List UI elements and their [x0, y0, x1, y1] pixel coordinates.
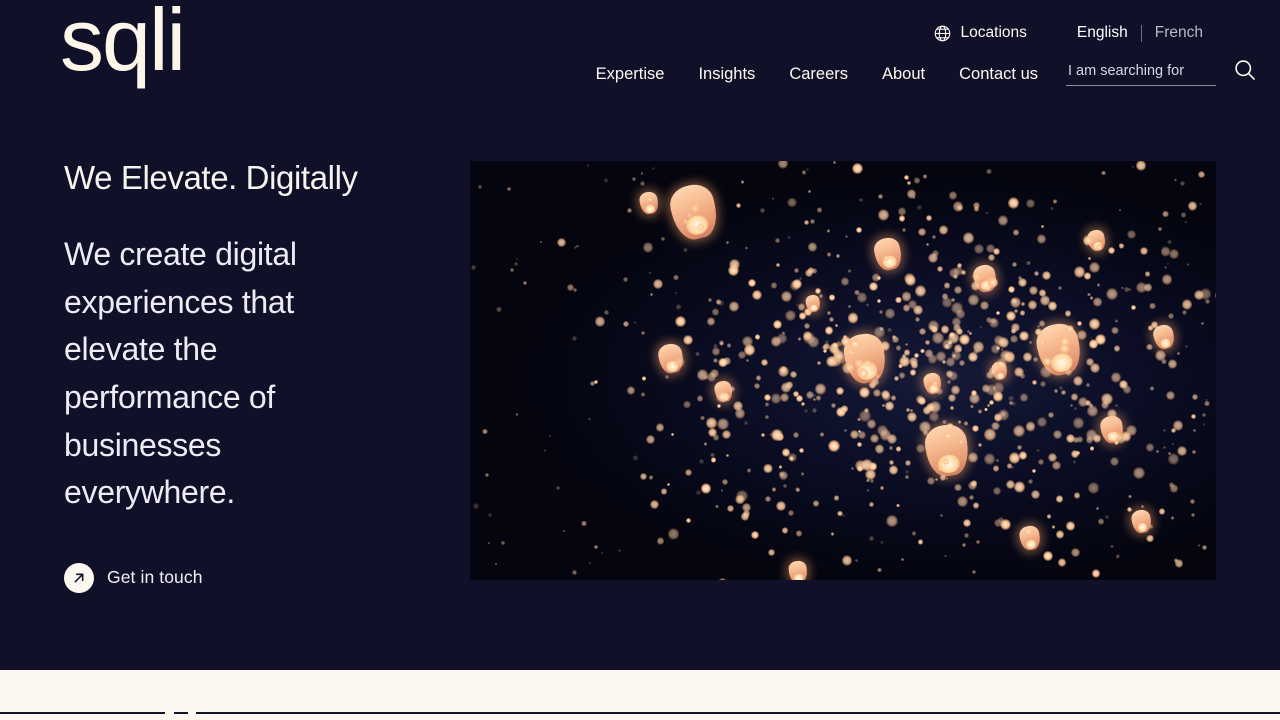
search-button[interactable]: [1232, 57, 1258, 83]
language-option-english[interactable]: English: [1064, 25, 1141, 41]
nav-item-careers[interactable]: Careers: [772, 66, 865, 83]
get-in-touch-label: Get in touch: [107, 567, 203, 588]
section-divider-dash: [174, 712, 188, 714]
locations-link[interactable]: Locations: [933, 24, 1027, 43]
section-divider-right: [196, 712, 1280, 714]
site-logo[interactable]: sqli: [60, 0, 186, 84]
search-area: [1066, 60, 1255, 86]
hero-copy: We Elevate. Digitally We create digital …: [64, 159, 444, 593]
nav-item-insights[interactable]: Insights: [681, 66, 772, 83]
search-input[interactable]: [1066, 63, 1216, 86]
nav-item-contact-us[interactable]: Contact us: [942, 66, 1055, 83]
language-option-french[interactable]: French: [1142, 25, 1216, 41]
nav-item-about[interactable]: About: [865, 66, 942, 83]
hero-section: sqli Locations English French Expertise: [0, 0, 1280, 670]
utility-bar: Locations English French: [933, 20, 1216, 46]
hero-title: We Elevate. Digitally: [64, 159, 358, 196]
hero-subtitle: We create digital experiences that eleva…: [64, 235, 297, 511]
hero-image: [470, 161, 1216, 580]
language-switcher: English French: [1064, 24, 1216, 42]
get-in-touch-button[interactable]: Get in touch: [64, 562, 203, 593]
locations-label: Locations: [960, 24, 1027, 41]
arrow-up-right-icon: [64, 562, 94, 593]
section-divider-left: [0, 712, 165, 714]
nav-links: Expertise Insights Careers About Contact…: [596, 66, 1055, 83]
main-navigation: Expertise Insights Careers About Contact…: [596, 60, 1255, 86]
nav-item-expertise[interactable]: Expertise: [596, 66, 682, 83]
search-icon: [1232, 57, 1258, 83]
globe-icon: [933, 24, 952, 43]
next-section: [0, 670, 1280, 720]
